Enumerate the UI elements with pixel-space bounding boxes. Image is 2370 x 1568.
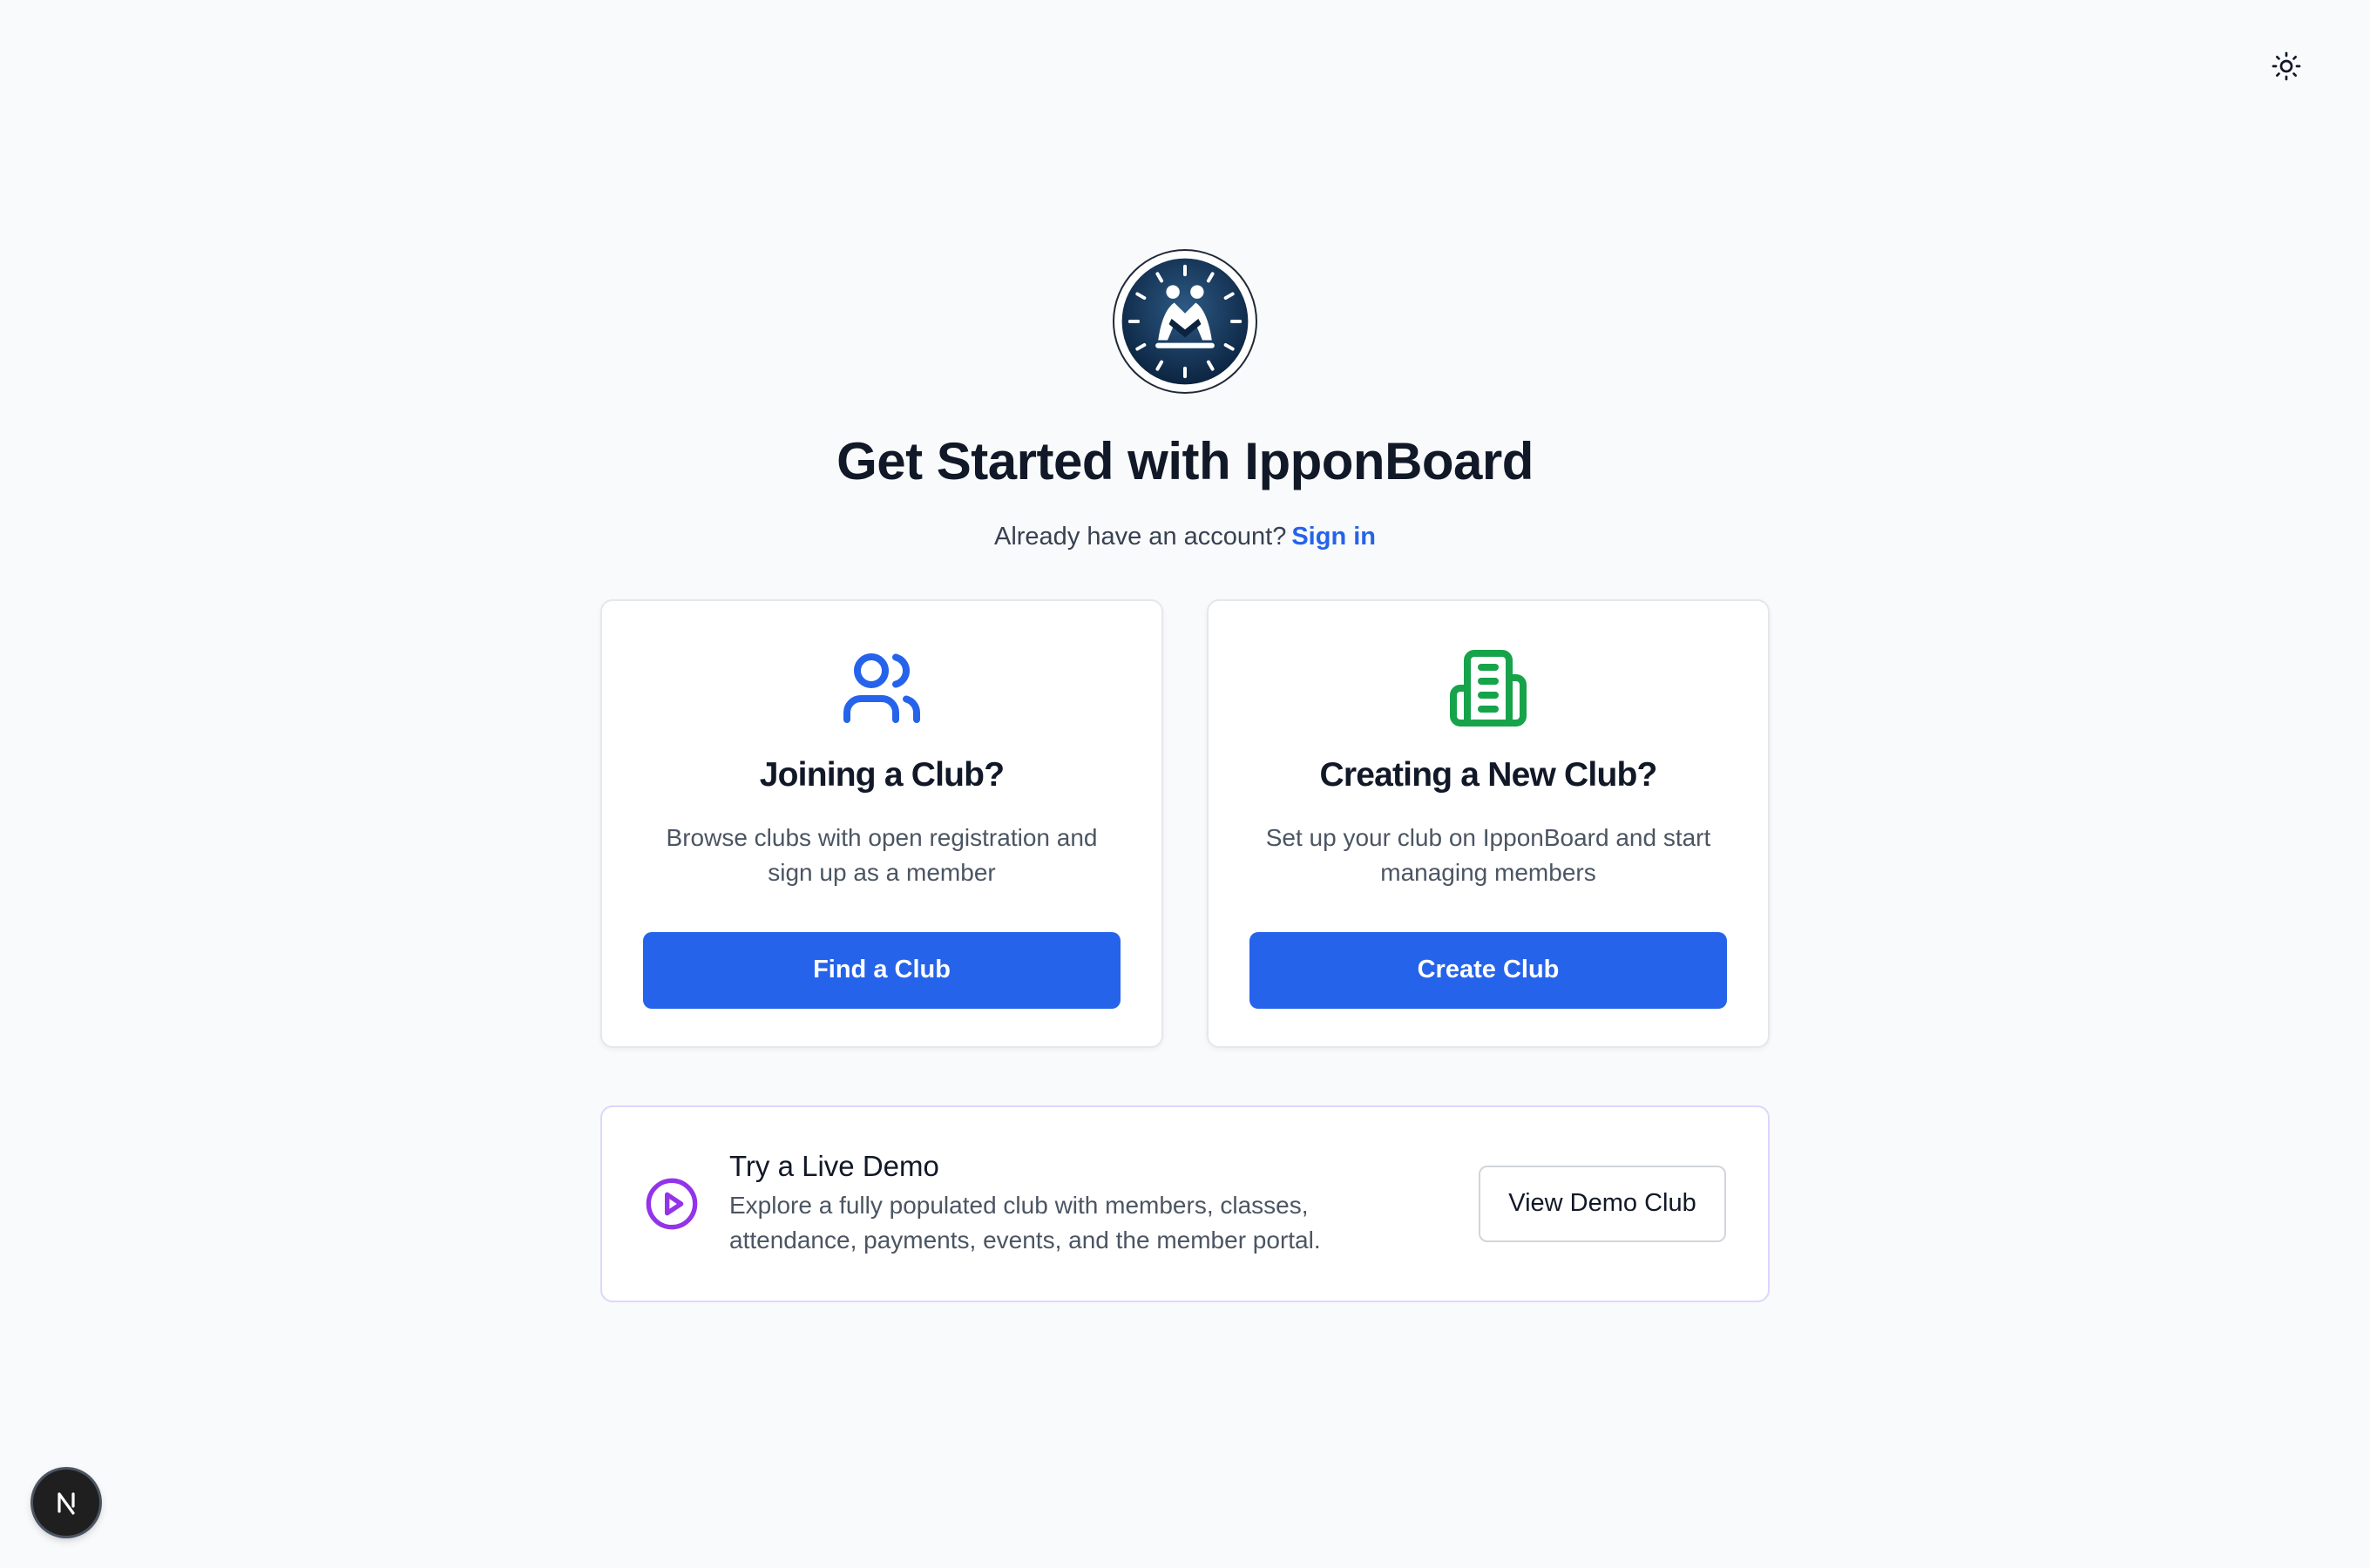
signin-prompt: Already have an account? Sign in (994, 521, 1376, 554)
users-icon (840, 646, 924, 730)
signin-link[interactable]: Sign in (1291, 523, 1376, 551)
live-demo-description: Explore a fully populated club with memb… (729, 1191, 1321, 1254)
page: Get Started with IpponBoard Already have… (0, 0, 2370, 1568)
join-club-title: Joining a Club? (759, 755, 1005, 794)
live-demo-title: Try a Live Demo (729, 1149, 939, 1182)
get-started-main: Get Started with IpponBoard Already have… (0, 251, 2370, 1302)
view-demo-club-button[interactable]: View Demo Club (1479, 1165, 1726, 1242)
option-cards: Joining a Club? Browse clubs with open r… (600, 598, 1770, 1048)
judo-clock-logo-icon (1119, 255, 1251, 388)
create-club-title: Creating a New Club? (1319, 755, 1657, 794)
join-club-card: Joining a Club? Browse clubs with open r… (600, 598, 1163, 1048)
live-demo-card: Try a Live Demo Explore a fully populate… (600, 1105, 1770, 1302)
theme-toggle-button[interactable] (2265, 45, 2307, 87)
play-circle-icon (644, 1176, 700, 1232)
sun-icon (2272, 51, 2301, 81)
page-title: Get Started with IpponBoard (836, 432, 1534, 490)
ipponboard-logo (1114, 251, 1256, 392)
building-icon (1446, 646, 1530, 730)
create-club-description: Set up your club on IpponBoard and start… (1265, 823, 1711, 886)
signin-prompt-text: Already have an account? (993, 523, 1287, 551)
find-club-button[interactable]: Find a Club (643, 931, 1121, 1009)
create-club-button[interactable]: Create Club (1249, 931, 1727, 1009)
create-club-card: Creating a New Club? Set up your club on… (1207, 598, 1770, 1048)
nextjs-icon (58, 1492, 75, 1515)
live-demo-text: Try a Live Demo Explore a fully populate… (729, 1150, 1479, 1258)
nextjs-dev-badge[interactable] (33, 1470, 99, 1536)
join-club-description: Browse clubs with open registration and … (666, 823, 1098, 886)
